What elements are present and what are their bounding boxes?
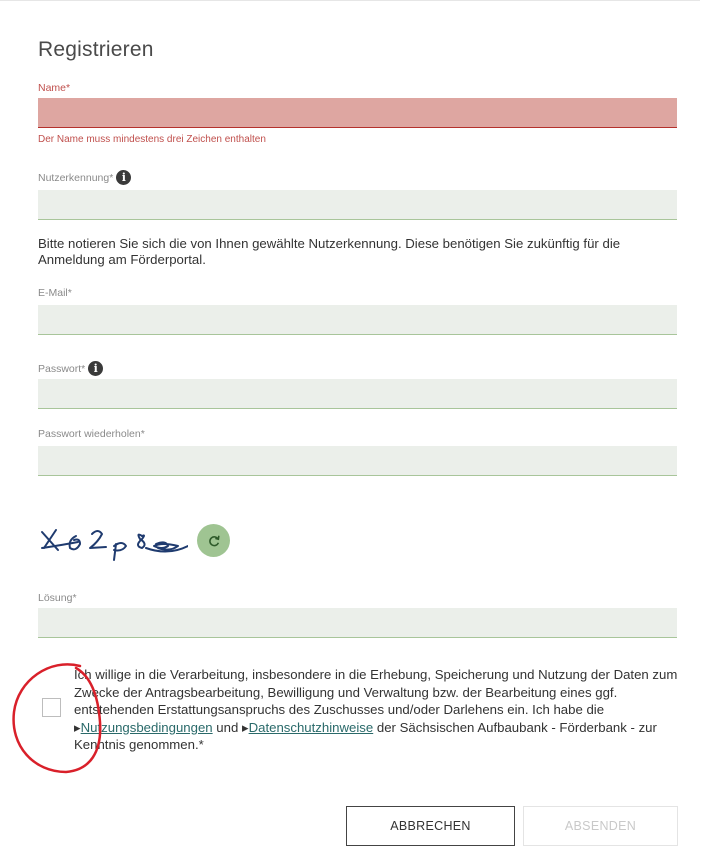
solution-input[interactable]: [38, 608, 677, 638]
refresh-icon: [208, 535, 220, 546]
cancel-button[interactable]: ABBRECHEN: [346, 806, 515, 846]
password-repeat-input[interactable]: [38, 446, 677, 476]
top-divider: [0, 0, 700, 1]
solution-label: Lösung*: [38, 592, 77, 604]
username-label: Nutzerkennung*: [38, 171, 114, 184]
email-label: E-Mail*: [38, 287, 72, 299]
annotation-circle: [12, 663, 102, 774]
username-input[interactable]: [38, 190, 677, 220]
username-hint: Bitte notieren Sie sich die von Ihnen ge…: [38, 236, 621, 267]
privacy-link[interactable]: Datenschutzhinweise: [249, 720, 374, 735]
email-input[interactable]: [38, 305, 677, 335]
username-label-row: Nutzerkennung* i: [38, 170, 132, 185]
captcha-refresh-button[interactable]: [197, 524, 230, 557]
password-input[interactable]: [38, 379, 677, 409]
consent-text-middle: und: [212, 719, 242, 735]
info-icon[interactable]: i: [88, 361, 104, 376]
captcha-image: [41, 529, 188, 561]
consent-text: Ich willige in die Verarbeitung, insbeso…: [74, 667, 678, 752]
info-icon[interactable]: i: [116, 170, 132, 185]
consent-text-before: Ich willige in die Verarbeitung, insbeso…: [74, 667, 678, 717]
name-input[interactable]: [38, 98, 677, 128]
password-label-row: Passwort* i: [38, 361, 104, 376]
password-repeat-label: Passwort wiederholen*: [38, 428, 145, 440]
name-label: Name*: [38, 82, 71, 94]
submit-button[interactable]: ABSENDEN: [523, 806, 678, 846]
page-title: Registrieren: [38, 38, 154, 62]
password-label: Passwort*: [38, 362, 86, 375]
name-error-message: Der Name muss mindestens drei Zeichen en…: [38, 134, 266, 145]
